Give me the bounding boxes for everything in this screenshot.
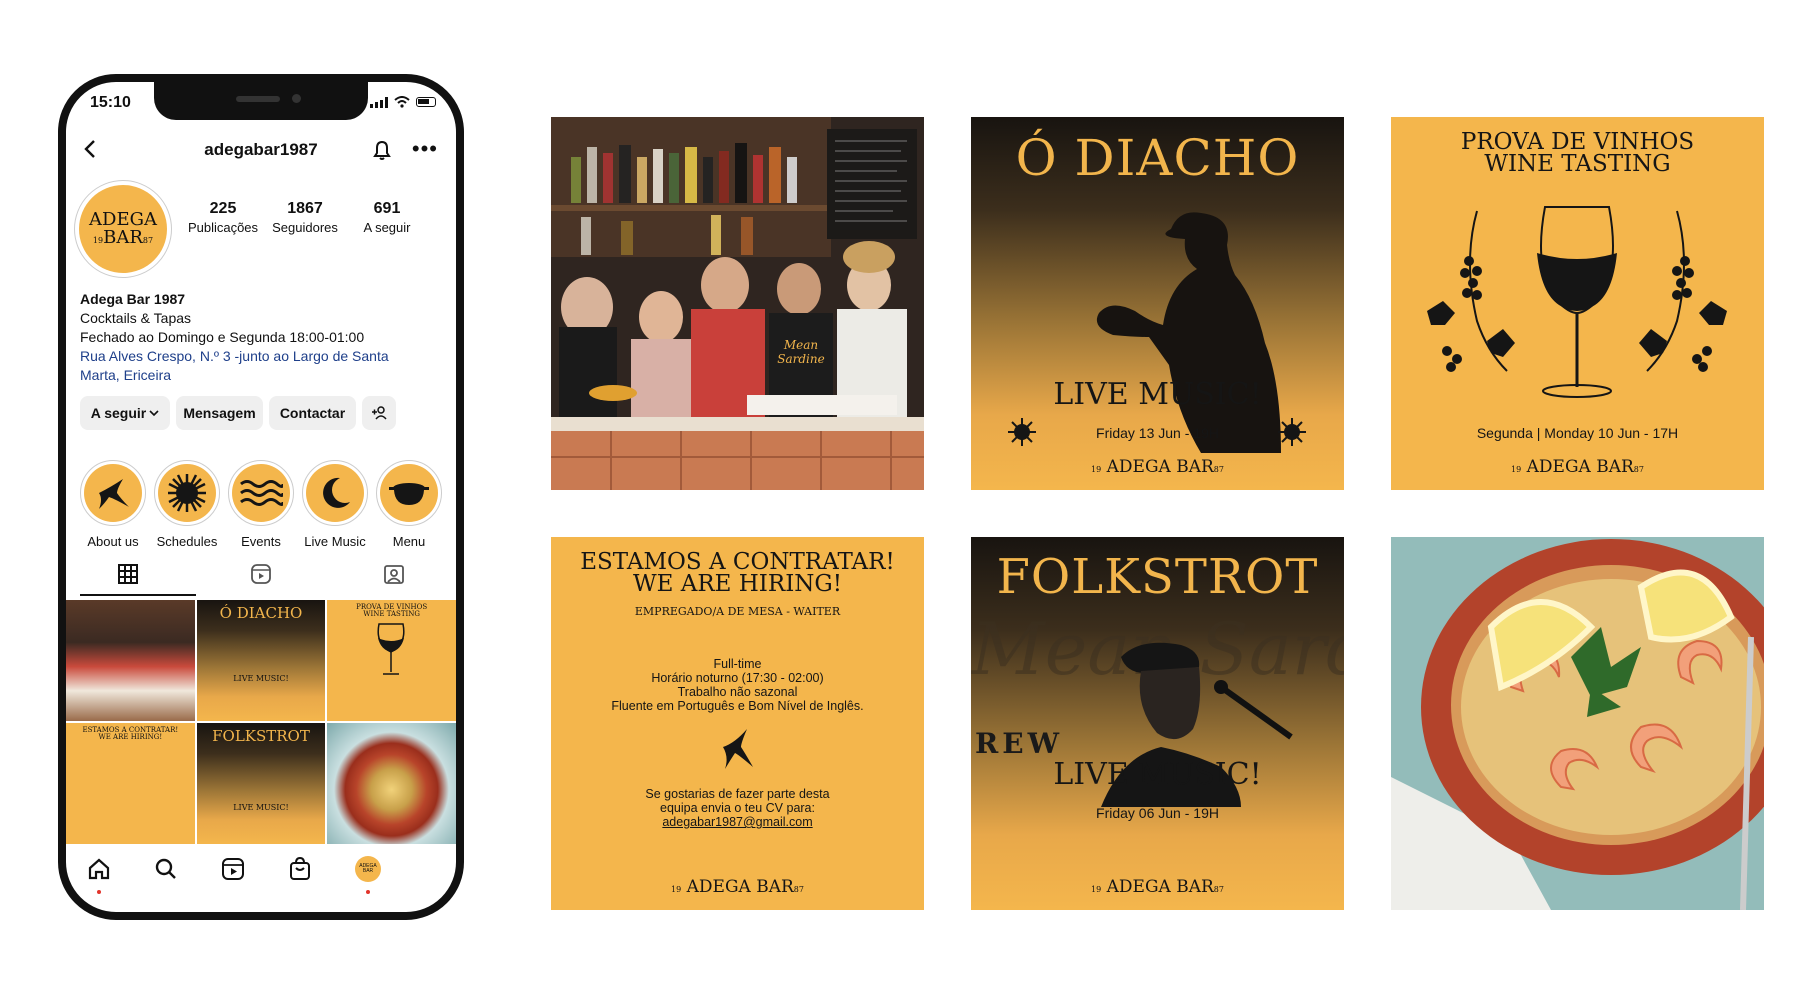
notification-dot — [366, 890, 370, 894]
moon-icon — [1286, 801, 1297, 823]
phone-notch — [154, 82, 368, 120]
shop-icon[interactable] — [287, 856, 313, 882]
bio-category: Cocktails & Tapas — [80, 310, 192, 326]
background-text-2: REW — [975, 727, 1064, 760]
post-bar-photo[interactable]: Mean Sardine — [551, 117, 924, 490]
post-title: PROVA DE VINHOS WINE TASTING — [1460, 129, 1695, 177]
profile-bio: Adega Bar 1987 Cocktails & Tapas Fechado… — [80, 290, 440, 385]
reels-tab-icon[interactable] — [249, 562, 273, 586]
post-subtitle: LIVE MUSIC! — [1053, 757, 1262, 792]
grid-post-wine[interactable]: PROVA DE VINHOS WINE TASTING — [327, 600, 456, 721]
post-subtitle: LIVE MUSIC! — [1053, 377, 1262, 412]
post-o-diacho[interactable]: Ó DIACHO LIVE MUSIC! Friday 13 Jun - 19H… — [971, 117, 1344, 490]
bio-hours: Fechado ao Domingo e Segunda 18:00-01:00 — [80, 329, 365, 345]
brand-logo: 19 ADEGA BAR87 — [1091, 457, 1224, 477]
add-user-button[interactable] — [362, 396, 396, 430]
home-indicator — [193, 916, 329, 920]
chevron-down-icon — [149, 410, 159, 417]
profile-username: adegabar1987 — [204, 140, 318, 159]
battery-icon — [416, 97, 436, 107]
profile-summary: ADEGA 19BAR87 225 Publicações 1867 Seguido… — [74, 180, 454, 280]
search-icon[interactable] — [153, 856, 179, 882]
post-wine-tasting[interactable]: PROVA DE VINHOS WINE TASTING Segunda | Mo… — [1391, 117, 1764, 490]
post-title: FOLKSTROT — [996, 549, 1319, 605]
guitarist-silhouette — [1096, 212, 1281, 453]
job-role: EMPREGADO/A DE MESA - WAITER — [634, 605, 841, 618]
active-tab-indicator — [80, 594, 196, 596]
status-time: 15:10 — [90, 94, 131, 111]
story-highlights: About us Schedules Events Live Music Men… — [76, 460, 456, 549]
grape-vine-right — [1639, 210, 1727, 372]
wine-glass-icon — [377, 623, 405, 675]
post-title: Ó DIACHO — [1015, 129, 1300, 187]
sun-icon — [1008, 418, 1036, 446]
tagged-tab-icon[interactable] — [382, 562, 406, 586]
grape-vine-left — [1427, 210, 1515, 372]
shrimp-dish-photo — [1391, 537, 1764, 910]
message-button[interactable]: Mensagem — [176, 396, 263, 430]
grid-post-bar-photo[interactable] — [66, 600, 195, 721]
reels-icon[interactable] — [220, 856, 246, 882]
brand-logo: 19 ADEGA BAR87 — [1091, 877, 1224, 897]
pot-icon — [389, 483, 429, 505]
post-grid: Ó DIACHO LIVE MUSIC! PROVA DE VINHOS WINE… — [66, 600, 456, 844]
brand-logo: 19 ADEGA BAR87 — [671, 877, 804, 897]
profile-tabs — [66, 552, 456, 600]
email-link[interactable]: adegabar1987@gmail.com — [551, 815, 924, 829]
highlight-schedules[interactable]: Schedules — [150, 460, 224, 549]
post-food-photo[interactable] — [1391, 537, 1764, 910]
profile-stats: 225 Publicações 1867 Seguidores 691 A segui… — [182, 200, 428, 235]
profile-nav-avatar[interactable]: ADEGA BAR — [355, 856, 381, 882]
swallow-icon — [99, 479, 129, 509]
brand-logo: 19 ADEGA BAR87 — [1511, 457, 1644, 477]
home-icon[interactable] — [86, 856, 112, 882]
highlight-events[interactable]: Events — [224, 460, 298, 549]
grid-tab-icon[interactable] — [116, 562, 140, 586]
grid-post-diacho[interactable]: Ó DIACHO LIVE MUSIC! — [196, 600, 326, 721]
avatar[interactable]: ADEGA 19BAR87 — [74, 180, 172, 278]
grid-post-hiring[interactable]: ESTAMOS A CONTRATAR! WE ARE HIRING! — [66, 723, 195, 844]
profile-actions: A seguir Mensagem Contactar — [80, 396, 396, 430]
stat-followers[interactable]: 1867 Seguidores — [264, 200, 346, 235]
post-date: Segunda | Monday 10 Jun - 17H — [1476, 425, 1679, 441]
sun-icon — [1278, 418, 1306, 446]
bio-name: Adega Bar 1987 — [80, 291, 186, 307]
bio-address-link[interactable]: Rua Alves Crespo, N.º 3 -junto ao Largo … — [80, 347, 440, 385]
phone-mockup: 15:10 adegabar1987 ••• ADEGA 19BAR87 225… — [58, 74, 464, 920]
job-details: Full-time Horário noturno (17:30 - 02:00… — [611, 657, 864, 713]
more-options-icon[interactable]: ••• — [412, 136, 438, 162]
highlight-live-music[interactable]: Live Music — [298, 460, 372, 549]
apply-text: Se gostarias de fazer parte desta equipa… — [645, 787, 830, 815]
svg-text:Sardine: Sardine — [777, 352, 824, 366]
grid-post-food[interactable] — [327, 723, 456, 844]
wine-glass-illustration — [1427, 206, 1727, 398]
moon-icon — [323, 477, 350, 508]
moon-icon — [1017, 801, 1028, 823]
svg-text:Mean: Mean — [783, 338, 818, 352]
stat-following[interactable]: 691 A seguir — [346, 200, 428, 235]
wifi-icon — [394, 96, 410, 108]
bar-staff-photo: Mean Sardine — [551, 117, 924, 490]
follow-button[interactable]: A seguir — [80, 396, 170, 430]
waves-icon — [240, 480, 283, 506]
highlight-about-us[interactable]: About us — [76, 460, 150, 549]
post-title: ESTAMOS A CONTRATAR! WE ARE HIRING! — [580, 549, 895, 597]
contact-button[interactable]: Contactar — [269, 396, 356, 430]
post-folkstrot[interactable]: Mean Sardine REW FOLKSTROT LIVE MUSIC! F… — [971, 537, 1344, 910]
stat-posts[interactable]: 225 Publicações — [182, 200, 264, 235]
sun-icon — [168, 474, 206, 512]
profile-header: adegabar1987 ••• — [66, 130, 456, 170]
highlight-menu[interactable]: Menu — [372, 460, 446, 549]
status-icons — [370, 96, 436, 108]
swallow-icon — [723, 729, 753, 769]
bell-icon[interactable] — [370, 138, 394, 162]
grid-post-folkstrot[interactable]: FOLKSTROT LIVE MUSIC! — [196, 723, 326, 844]
signal-icon — [370, 96, 388, 108]
add-user-icon — [372, 406, 387, 420]
post-hiring[interactable]: ESTAMOS A CONTRATAR! WE ARE HIRING! EMPRE… — [551, 537, 924, 910]
bottom-navigation: ADEGA BAR — [66, 852, 456, 894]
notification-dot — [97, 890, 101, 894]
